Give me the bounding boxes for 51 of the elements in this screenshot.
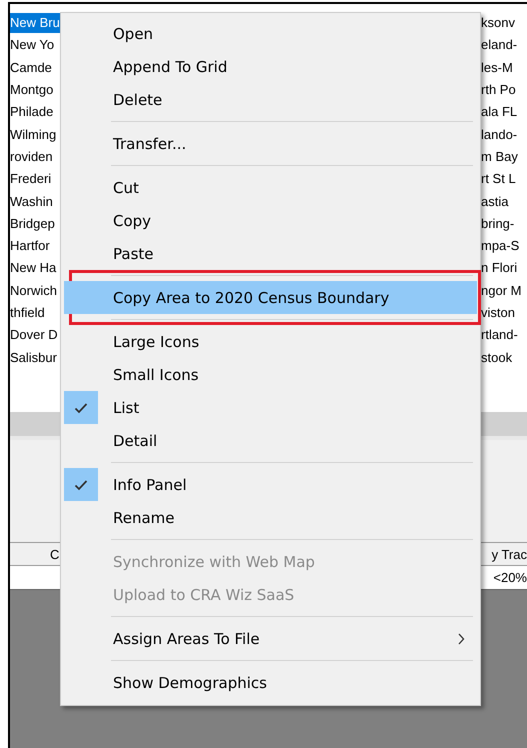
area-entry[interactable]: eland- — [481, 35, 518, 56]
area-entry[interactable]: stook — [481, 348, 512, 368]
menu-item[interactable]: Open — [64, 17, 477, 50]
area-entry[interactable]: les-M — [481, 58, 513, 78]
area-entry[interactable]: Washin — [10, 192, 53, 212]
area-entry[interactable]: lando- — [481, 124, 518, 145]
menu-item[interactable]: Assign Areas To File — [64, 622, 477, 655]
menu-item[interactable]: Large Icons — [64, 325, 477, 358]
area-entry[interactable]: m Bay — [481, 146, 518, 167]
menu-item[interactable]: Delete — [64, 83, 477, 116]
menu-item[interactable]: Paste — [64, 237, 477, 270]
area-entry[interactable]: ngor M — [481, 280, 522, 301]
menu-item[interactable]: List — [64, 391, 477, 424]
menu-item[interactable]: Show Demographics — [64, 666, 477, 699]
table-cell: <20% — [493, 570, 527, 585]
menu-item[interactable]: Copy — [64, 204, 477, 237]
area-entry[interactable]: Dover D — [10, 325, 58, 346]
area-entry[interactable]: New Ha — [10, 258, 56, 278]
area-entry[interactable]: Salisbur — [10, 348, 57, 368]
area-entry[interactable]: ala FL — [481, 102, 518, 122]
area-entry[interactable]: rt St L — [481, 169, 516, 190]
area-entry[interactable]: Wilming — [10, 124, 56, 145]
area-entry[interactable]: mpa-S — [481, 236, 520, 256]
area-entry[interactable]: Norwich — [10, 280, 57, 301]
area-entry[interactable]: Hartfor — [10, 236, 50, 256]
menu-item[interactable]: Detail — [64, 424, 477, 457]
menu-item[interactable]: Copy Area to 2020 Census Boundary — [64, 281, 477, 314]
area-entry[interactable]: Montgo — [10, 80, 54, 100]
area-entry[interactable]: roviden — [10, 146, 53, 167]
menu-item[interactable]: Append To Grid — [64, 50, 477, 83]
column-header[interactable]: C — [50, 546, 60, 562]
menu-item[interactable]: Cut — [64, 171, 477, 204]
area-entry[interactable]: rtland- — [481, 325, 518, 346]
area-entry[interactable]: Frederi — [10, 169, 52, 190]
area-entry[interactable]: thfield — [10, 303, 45, 323]
area-entry[interactable]: rth Po — [481, 80, 516, 100]
area-entry[interactable]: n Flori — [481, 258, 518, 278]
menu-item[interactable]: Info Panel — [64, 468, 477, 501]
menu-item[interactable]: Small Icons — [64, 358, 477, 391]
menu-item[interactable]: Transfer... — [64, 127, 477, 160]
menu-item[interactable]: Rename — [64, 501, 477, 534]
area-entry[interactable]: New Bru — [10, 13, 60, 34]
area-entry[interactable]: Camde — [10, 58, 52, 78]
area-entry[interactable]: Philade — [10, 102, 54, 122]
column-header[interactable]: y Trac — [492, 546, 527, 562]
area-entry[interactable]: astia — [481, 192, 508, 212]
area-entry[interactable]: bring- — [481, 214, 514, 234]
area-entry[interactable]: viston — [481, 303, 515, 323]
area-entry[interactable]: ksonv — [481, 13, 515, 34]
area-entry[interactable]: Bridgep — [10, 214, 55, 234]
area-entry[interactable]: New Yo — [10, 35, 54, 56]
